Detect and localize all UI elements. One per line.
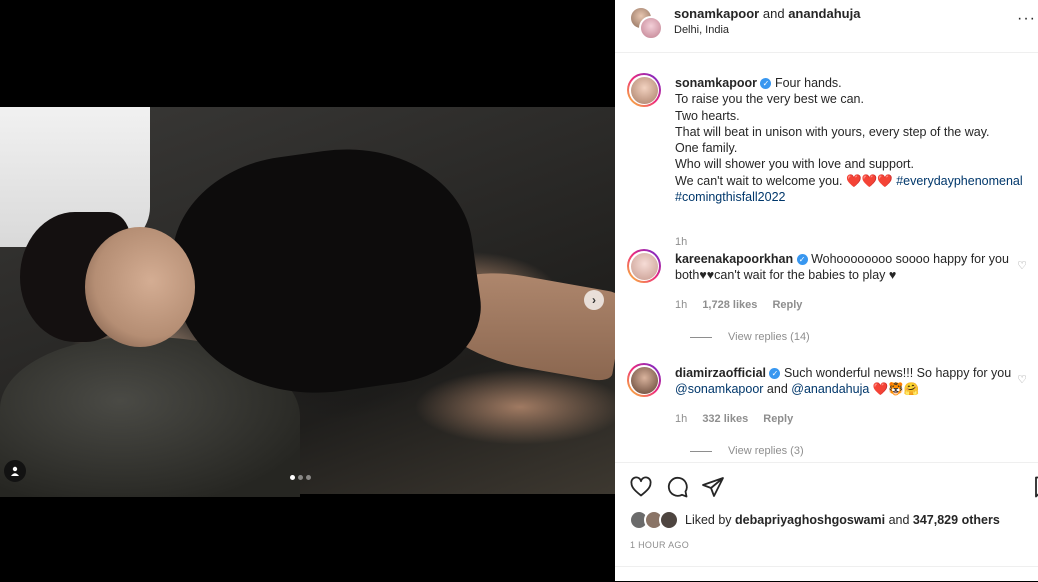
mention-link[interactable]: @anandahuja	[791, 382, 869, 396]
share-icon[interactable]	[701, 475, 725, 499]
comment-username[interactable]: diamirzaofficial	[675, 366, 766, 380]
comment-body: Such wonderful news!!! So happy for you	[783, 366, 1012, 380]
caption-line: We can't wait to welcome you.	[675, 173, 843, 188]
reply-button[interactable]: Reply	[772, 299, 802, 311]
liker-avatars	[629, 510, 679, 530]
mention-link[interactable]: @sonamkapoor	[675, 382, 763, 396]
comment-username[interactable]: kareenakapoorkhan	[675, 252, 793, 266]
caption-line: One family.	[675, 141, 738, 156]
header-user2[interactable]: anandahuja	[788, 6, 860, 21]
avatar	[639, 16, 663, 40]
divider	[690, 450, 712, 452]
caption-time[interactable]: 1h	[675, 236, 687, 248]
avatar	[630, 76, 658, 104]
avatar	[659, 510, 679, 530]
post-media: ›	[0, 0, 627, 581]
view-replies-label: View replies (3)	[728, 445, 804, 457]
view-replies-label: View replies (14)	[728, 331, 810, 343]
avatar-story-ring[interactable]	[627, 363, 661, 397]
view-replies-button[interactable]: View replies (3)	[690, 445, 804, 457]
post-panel: sonamkapoor and anandahuja Delhi, India …	[615, 0, 1038, 581]
avatar	[630, 252, 658, 280]
photo-face	[85, 227, 195, 347]
post-photo[interactable]	[0, 107, 627, 497]
add-comment-section[interactable]	[615, 566, 1038, 582]
verified-icon: ✓	[796, 254, 808, 266]
comment-meta: 1h 1,728 likes Reply	[675, 299, 814, 311]
carousel-dots	[290, 475, 311, 480]
divider	[690, 336, 712, 338]
caption-line: Who will shower you with love and suppor…	[675, 157, 915, 172]
header-connector: and	[762, 6, 785, 21]
carousel-dot	[298, 475, 303, 480]
more-horizontal-icon[interactable]: ···	[1017, 10, 1036, 28]
comment-text: kareenakapoorkhan ✓ Wohoooooooo soooo ha…	[675, 251, 1035, 284]
verified-icon: ✓	[760, 78, 772, 90]
comment-time[interactable]: 1h	[675, 299, 687, 311]
comment-likes[interactable]: 1,728 likes	[702, 299, 757, 311]
heart-icon[interactable]	[629, 475, 653, 499]
carousel-dot	[306, 475, 311, 480]
carousel-dot	[290, 475, 295, 480]
caption-meta: 1h	[675, 236, 699, 248]
hashtag-link[interactable]: #everydayphenomenal	[896, 174, 1022, 188]
liker-username[interactable]: debapriyaghoshgoswami	[735, 513, 885, 527]
hashtag-link[interactable]: #comingthisfall2022	[675, 190, 786, 204]
location-link[interactable]: Delhi, India	[674, 24, 729, 36]
view-replies-button[interactable]: View replies (14)	[690, 331, 810, 343]
comment-like-icon[interactable]: ♡	[1017, 259, 1027, 272]
comments-list: sonamkapoor ✓ Four hands. To raise you t…	[615, 53, 1038, 461]
caption-line: Two hearts.	[675, 108, 740, 123]
comment-like-icon[interactable]: ♡	[1017, 373, 1027, 386]
likes-prefix: Liked by	[685, 513, 732, 527]
verified-icon: ✓	[769, 368, 781, 380]
collab-avatars[interactable]	[629, 6, 663, 40]
comment-and: and	[766, 382, 788, 397]
avatar	[630, 366, 658, 394]
header-usernames: sonamkapoor and anandahuja	[674, 6, 860, 21]
post-header: sonamkapoor and anandahuja Delhi, India …	[615, 0, 1038, 53]
likes-and: and	[888, 513, 910, 527]
caption-line: Four hands.	[774, 76, 842, 90]
heart-emoji: ❤️❤️❤️	[846, 173, 893, 188]
reply-button[interactable]: Reply	[763, 413, 793, 425]
chevron-right-icon[interactable]: ›	[584, 290, 604, 310]
caption-line: To raise you the very best we can.	[675, 92, 864, 107]
likes-others[interactable]: 347,829 others	[913, 513, 1000, 527]
caption-username[interactable]: sonamkapoor	[675, 76, 757, 90]
caption-line: That will beat in unison with yours, eve…	[675, 124, 990, 139]
bookmark-icon[interactable]	[1031, 475, 1038, 499]
comment-icon[interactable]	[665, 475, 689, 499]
likes-summary: Liked by debapriyaghoshgoswami and 347,8…	[629, 510, 1000, 530]
comment-likes[interactable]: 332 likes	[702, 413, 748, 425]
comment-meta: 1h 332 likes Reply	[675, 413, 805, 425]
user-tag-icon[interactable]	[4, 460, 26, 482]
avatar-story-ring[interactable]	[627, 73, 661, 107]
avatar-story-ring[interactable]	[627, 249, 661, 283]
comment-emoji: ❤️🐯🤗	[872, 382, 920, 397]
post-timestamp[interactable]: 1 HOUR AGO	[630, 540, 689, 550]
action-bar	[615, 462, 1038, 513]
comment-text: diamirzaofficial ✓ Such wonderful news!!…	[675, 365, 1035, 398]
caption-text: sonamkapoor ✓ Four hands. To raise you t…	[675, 75, 1035, 205]
header-user1[interactable]: sonamkapoor	[674, 6, 759, 21]
comment-time[interactable]: 1h	[675, 413, 687, 425]
